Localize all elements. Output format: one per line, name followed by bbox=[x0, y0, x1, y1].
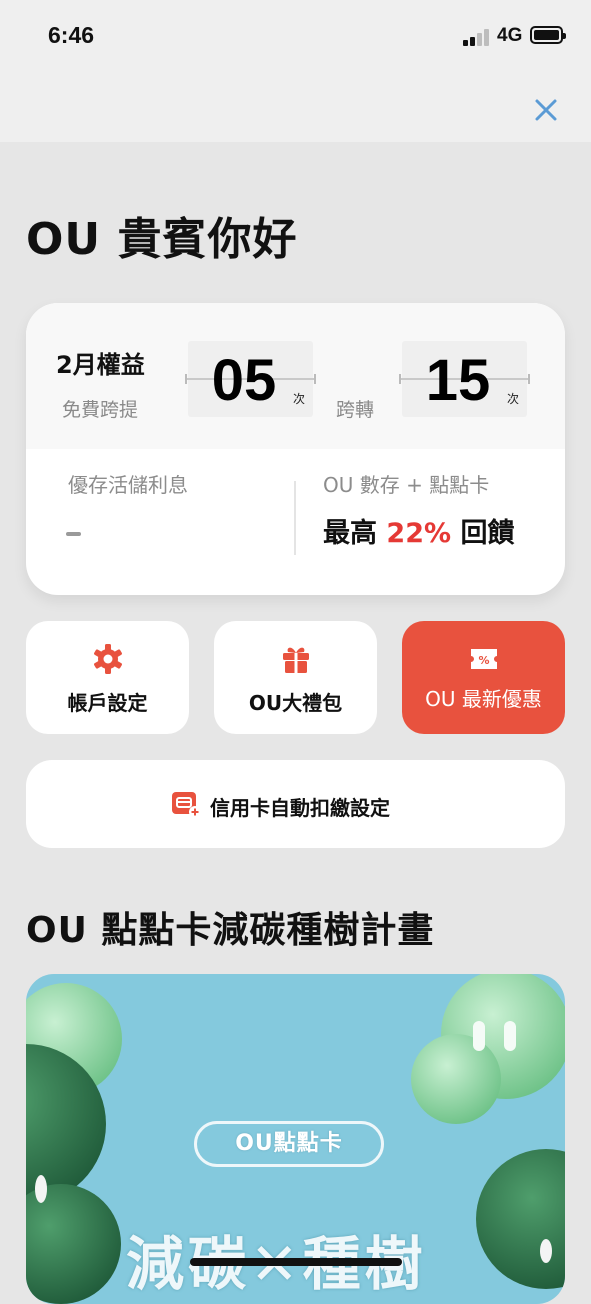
free-withdraw-count: 05 bbox=[211, 348, 277, 413]
reward-percent: 22% bbox=[386, 518, 452, 549]
card-promo-label: OU 數存 + 點點卡 bbox=[323, 473, 490, 497]
tree-planting-banner[interactable]: OU點點卡 減碳✕種樹 bbox=[26, 974, 565, 1304]
benefits-header: 2月權益 免費跨提 05 次 跨轉 15 次 bbox=[26, 303, 565, 449]
free-withdraw-counter: 05 次 bbox=[185, 341, 316, 417]
svg-text:%: % bbox=[478, 654, 489, 667]
free-withdraw-label: 免費跨提 bbox=[62, 399, 139, 421]
tile-label: 帳戶設定 bbox=[67, 691, 148, 715]
month-title: 2月權益 bbox=[56, 351, 145, 379]
home-indicator bbox=[190, 1258, 402, 1266]
reward-suffix: 回饋 bbox=[451, 518, 515, 549]
greeting-title: OU 貴賓你好 bbox=[26, 214, 298, 265]
credit-card-add-icon bbox=[172, 792, 201, 818]
count-unit: 次 bbox=[292, 392, 305, 406]
coupon-icon: % bbox=[471, 649, 497, 669]
count-unit: 次 bbox=[506, 392, 519, 406]
autopay-label: 信用卡自動扣繳設定 bbox=[210, 796, 390, 820]
ou-card-pill: OU點點卡 bbox=[194, 1121, 384, 1167]
reward-prefix: 最高 bbox=[323, 518, 387, 549]
gift-icon bbox=[283, 647, 309, 673]
tile-label: OU 最新優惠 bbox=[425, 687, 542, 711]
reward-text: 最高 22% 回饋 bbox=[323, 511, 514, 550]
credit-card-autopay-button[interactable]: 信用卡自動扣繳設定 bbox=[26, 760, 565, 848]
benefits-card: 2月權益 免費跨提 05 次 跨轉 15 次 優存活儲利息 OU 數存 + 點點… bbox=[26, 303, 565, 595]
status-bar: 6:46 4G bbox=[0, 0, 591, 142]
transfer-counter: 15 次 bbox=[399, 341, 530, 417]
section-title: OU 點點卡減碳種樹計畫 bbox=[26, 910, 435, 951]
transfer-label: 跨轉 bbox=[336, 399, 375, 421]
transfer-count: 15 bbox=[425, 348, 491, 413]
close-icon[interactable] bbox=[532, 96, 560, 124]
status-time: 6:46 bbox=[48, 22, 95, 48]
savings-interest-label: 優存活儲利息 bbox=[68, 473, 188, 497]
account-settings-button[interactable]: 帳戶設定 bbox=[26, 621, 189, 734]
network-type: 4G bbox=[497, 25, 523, 46]
signal-icon bbox=[463, 28, 493, 46]
ou-latest-offers-button[interactable]: % OU 最新優惠 bbox=[402, 621, 565, 734]
ou-gift-pack-button[interactable]: OU大禮包 bbox=[214, 621, 377, 734]
card-divider bbox=[294, 481, 296, 555]
battery-icon bbox=[530, 26, 566, 44]
gear-icon bbox=[94, 644, 122, 674]
savings-interest-value bbox=[66, 532, 81, 536]
tile-label: OU大禮包 bbox=[248, 691, 343, 715]
